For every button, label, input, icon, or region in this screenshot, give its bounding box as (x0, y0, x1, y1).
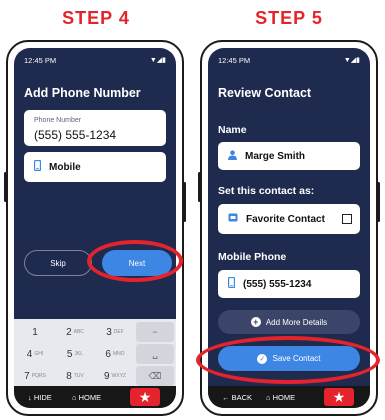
person-icon (228, 149, 237, 163)
side-button (183, 182, 186, 222)
name-section-label: Name (218, 124, 247, 136)
keypad-key-digit: 2 (66, 326, 72, 338)
favorite-contact-option[interactable]: Favorite Contact (218, 204, 360, 234)
status-bar: 12:45 PM ▼◢▮ (218, 56, 360, 65)
keypad-key-digit: ␣ (152, 348, 158, 359)
plus-circle-icon: + (250, 317, 261, 327)
favorite-icon (228, 213, 238, 225)
keypad-key-letters: WXYZ (111, 373, 126, 379)
phone-icon (227, 276, 236, 291)
keypad-key-letters: MNO (112, 351, 125, 357)
keypad-key[interactable]: 1 (16, 322, 54, 342)
next-button-highlight (87, 240, 183, 282)
page-title: Add Phone Number (24, 86, 141, 100)
keypad-key[interactable]: 3 DEF (96, 322, 134, 342)
keypad-key-digit: 4 (26, 348, 33, 360)
keypad-key-letters: ABC (73, 329, 84, 335)
status-icons: ▼◢▮ (149, 57, 166, 64)
phone-type-select[interactable]: Mobile (24, 152, 166, 182)
contact-name: Marge Smith (245, 150, 306, 162)
keypad-key[interactable]: 6 MNO (96, 344, 134, 364)
step-4-title: STEP 4 (62, 8, 130, 28)
phone-type-value: Mobile (49, 161, 81, 173)
keypad-key-digit: 5 (66, 348, 73, 360)
keypad-key[interactable]: 7 PQRS (16, 366, 54, 386)
keypad-function-key[interactable]: ␣ (136, 344, 174, 364)
status-time: 12:45 PM (24, 56, 57, 65)
step-5-title: STEP 5 (255, 8, 323, 28)
status-time: 12:45 PM (218, 56, 251, 65)
keypad-key-letters: TUV (73, 373, 84, 379)
skip-button[interactable]: Skip (24, 250, 92, 276)
hide-keyboard-button[interactable]: ↓ HIDE (28, 393, 52, 402)
keypad-function-key[interactable]: ⌫ (136, 366, 174, 386)
back-button[interactable]: ← BACK (222, 393, 252, 402)
home-button[interactable]: ⌂ HOME (266, 393, 295, 402)
keypad-function-key[interactable]: − (136, 322, 174, 342)
add-more-details-button[interactable]: + Add More Details (218, 310, 360, 334)
bottom-nav: ← BACK ⌂ HOME ★ (208, 386, 370, 408)
phone-step-4: 12:45 PM ▼◢▮ Add Phone Number Phone Numb… (4, 40, 186, 416)
keypad-key-digit: 7 (24, 370, 30, 382)
keypad-key-digit: 6 (105, 348, 111, 360)
brand-logo-icon[interactable]: ★ (130, 388, 160, 406)
mobile-phone-card[interactable]: (555) 555-1234 (218, 270, 360, 298)
set-as-section-label: Set this contact as: (218, 185, 315, 197)
mobile-section-label: Mobile Phone (218, 251, 287, 263)
keypad-key[interactable]: 2 ABC (56, 322, 94, 342)
phone-number-label: Phone Number (34, 117, 82, 124)
keypad-key-digit: 8 (66, 370, 72, 382)
brand-logo-icon[interactable]: ★ (324, 388, 354, 406)
favorite-checkbox[interactable] (342, 214, 352, 224)
keypad-key[interactable]: 4 GHI (16, 344, 54, 364)
status-bar: 12:45 PM ▼◢▮ (24, 56, 166, 65)
side-button (4, 172, 7, 202)
keypad-key-digit: 3 (106, 326, 112, 338)
keypad-key-digit: − (152, 327, 158, 337)
keypad-key-digit: 9 (103, 370, 110, 382)
phone-icon (33, 159, 42, 174)
keypad-key[interactable]: 8 TUV (56, 366, 94, 386)
keypad-key-digit: 1 (32, 326, 38, 338)
keypad-key[interactable]: 9 WXYZ (96, 366, 134, 386)
side-button (198, 172, 201, 202)
save-contact-highlight (196, 336, 380, 384)
keypad-key-letters: PQRS (31, 373, 46, 379)
keypad-key-digit: ⌫ (148, 370, 162, 381)
screen-add-phone: 12:45 PM ▼◢▮ Add Phone Number Phone Numb… (14, 48, 176, 408)
page-title: Review Contact (218, 86, 312, 100)
name-card[interactable]: Marge Smith (218, 142, 360, 170)
phone-number-value: (555) 555-1234 (34, 128, 117, 142)
side-button (377, 182, 380, 222)
add-more-details-label: Add More Details (265, 317, 328, 327)
favorite-contact-label: Favorite Contact (246, 213, 325, 225)
keypad-key-letters: DEF (113, 329, 124, 335)
keypad-key-letters: GHI (34, 351, 44, 357)
keypad-key[interactable]: 5 JKL (56, 344, 94, 364)
keypad-key-letters: JKL (74, 351, 84, 357)
home-button[interactable]: ⌂ HOME (72, 393, 101, 402)
phone-number-field[interactable]: Phone Number (555) 555-1234 (24, 110, 166, 146)
mobile-phone-value: (555) 555-1234 (243, 278, 312, 290)
status-icons: ▼◢▮ (343, 57, 360, 64)
bottom-nav: ↓ HIDE ⌂ HOME ★ (14, 386, 176, 408)
